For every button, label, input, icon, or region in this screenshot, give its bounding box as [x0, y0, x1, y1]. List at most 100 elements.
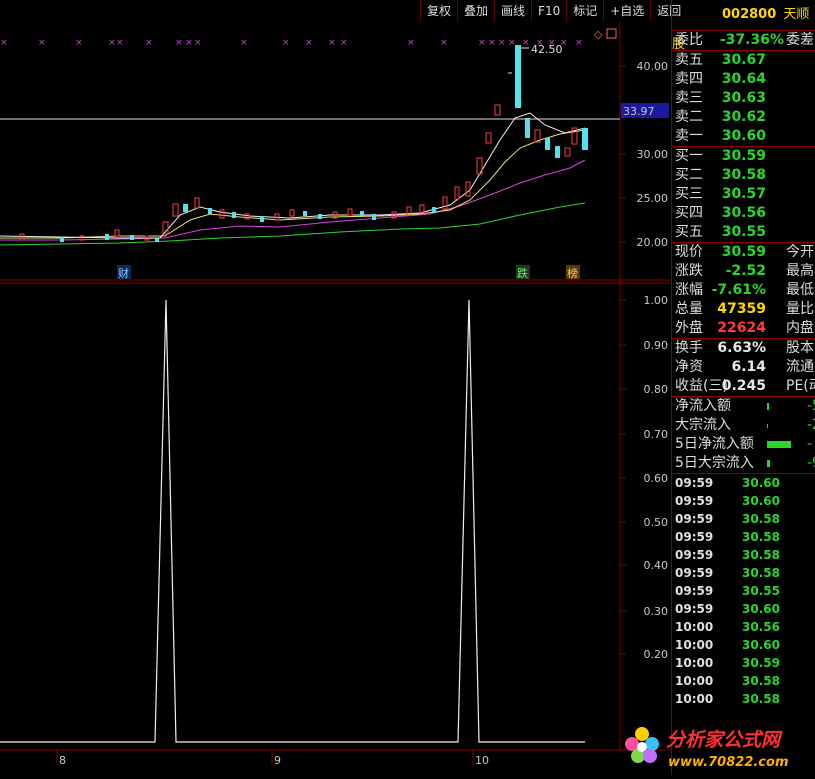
low-label: 最低 — [786, 282, 814, 298]
svg-text:×: × — [340, 38, 348, 48]
indicator-tick: 0.50 — [644, 516, 669, 529]
tick-list[interactable]: 09:59 30.60 09:59 30.60 09:59 30.58 09:59 30.58… — [672, 474, 815, 708]
eps-value: 0.245 — [721, 378, 766, 394]
chart-area[interactable]: 40.00 30.00 25.00 20.00 33.97 × × × × × × × × ×… — [0, 0, 670, 775]
tick-row[interactable]: 09:59 30.55 — [672, 582, 815, 600]
ask-price: 30.63 — [721, 90, 766, 106]
tick-time: 10:00 — [675, 638, 714, 652]
tick-row[interactable]: 10:00 30.60 — [672, 636, 815, 654]
tick-price: 30.58 — [742, 512, 780, 526]
turnover-label: 换手 — [675, 340, 703, 356]
tick-row[interactable]: 09:59 30.60 — [672, 600, 815, 618]
bid-row[interactable]: 买二 30.58 — [672, 166, 815, 185]
quote-row: 收益(三)0.245 PE(动 — [672, 377, 815, 396]
tick-row[interactable]: 10:00 30.58 — [672, 672, 815, 690]
tick-time: 09:59 — [675, 548, 714, 562]
svg-text:×: × — [175, 38, 183, 48]
svg-text:×: × — [116, 38, 124, 48]
net5-label: 5日净流入额 — [675, 436, 754, 452]
pct-label: 涨幅 — [675, 282, 703, 298]
open-label: 今开 — [786, 244, 814, 260]
bid-label: 买四 — [675, 205, 703, 221]
ask-row[interactable]: 卖四 30.64 — [672, 70, 815, 89]
tick-row[interactable]: 09:59 30.60 — [672, 474, 815, 492]
drop-badge[interactable]: 跌 — [517, 266, 528, 280]
diamond-icon[interactable]: ◇ — [594, 28, 603, 41]
svg-text:×: × — [0, 38, 8, 48]
indicator-axis: 1.00 0.90 0.80 0.70 0.60 0.50 0.40 0.30 … — [620, 294, 668, 661]
candles — [19, 45, 588, 242]
order-ratio-value: -37.36% — [719, 32, 784, 48]
tick-row[interactable]: 09:59 30.60 — [672, 492, 815, 510]
svg-text:×: × — [282, 38, 290, 48]
tick-row[interactable]: 09:59 30.58 — [672, 546, 815, 564]
ask-label: 卖三 — [675, 90, 703, 106]
ask-row[interactable]: 卖二 30.62 — [672, 108, 815, 127]
tick-time: 09:59 — [675, 566, 714, 580]
ask-price: 30.64 — [721, 71, 766, 87]
chart-toolbar: 复权 叠加 画线 F10 标记 +自选 返回 — [420, 0, 688, 22]
block-inflow-bar — [767, 424, 768, 428]
add-watchlist-button[interactable]: +自选 — [603, 0, 651, 22]
net-inflow-label: 净流入额 — [675, 398, 731, 414]
net-inflow-value: -5 — [807, 398, 815, 414]
tick-price: 30.58 — [742, 674, 780, 688]
tick-time: 09:59 — [675, 602, 714, 616]
svg-text:×: × — [194, 38, 202, 48]
tick-price: 30.60 — [742, 602, 780, 616]
tick-row[interactable]: 09:59 30.58 — [672, 510, 815, 528]
block-inflow-value: -2 — [807, 417, 815, 433]
svg-text:×: × — [407, 38, 415, 48]
ma-green-line — [0, 202, 586, 246]
tick-row[interactable]: 09:59 30.58 — [672, 528, 815, 546]
tick-time: 10:00 — [675, 692, 714, 706]
price-tick: 30.00 — [637, 148, 669, 161]
bid-row[interactable]: 买三 30.57 — [672, 185, 815, 204]
bid-price: 30.55 — [721, 224, 766, 240]
tick-row[interactable]: 10:00 30.59 — [672, 654, 815, 672]
finance-badge[interactable]: 财 — [118, 266, 129, 280]
svg-text:×: × — [498, 38, 506, 48]
flow-row: 净流入额 -5 — [672, 397, 815, 416]
indicator-tick: 0.80 — [644, 383, 669, 396]
netasset-value: 6.14 — [731, 359, 766, 375]
stock-header: 002800 天顺股 — [672, 0, 815, 52]
price-tick: 20.00 — [637, 236, 669, 249]
tick-row[interactable]: 09:59 30.58 — [672, 564, 815, 582]
pct-value: -7.61% — [711, 282, 766, 298]
svg-text:×: × — [38, 38, 46, 48]
draw-line-button[interactable]: 画线 — [494, 0, 532, 22]
ask-row[interactable]: 卖三 30.63 — [672, 89, 815, 108]
ask-row[interactable]: 卖五 30.67 — [672, 51, 815, 70]
net-inflow-bar — [767, 403, 769, 410]
overlay-button[interactable]: 叠加 — [457, 0, 495, 22]
ask-row[interactable]: 卖一 30.60 — [672, 127, 815, 146]
mark-button[interactable]: 标记 — [566, 0, 604, 22]
restore-rights-button[interactable]: 复权 — [420, 0, 458, 22]
block-inflow-label: 大宗流入 — [675, 417, 731, 433]
tick-row[interactable]: 10:00 30.56 — [672, 618, 815, 636]
bid-row[interactable]: 买四 30.56 — [672, 204, 815, 223]
price-chart-svg[interactable]: 40.00 30.00 25.00 20.00 33.97 × × × × × × × × ×… — [0, 0, 670, 775]
indicator-tick: 0.20 — [644, 648, 669, 661]
indicator-tick: 0.40 — [644, 559, 669, 572]
change-value: -2.52 — [725, 263, 766, 279]
square-icon[interactable] — [606, 28, 617, 39]
last-price-tag: 33.97 — [623, 105, 655, 118]
outer-label: 外盘 — [675, 320, 703, 336]
quote-row: 现价 30.59 今开 — [672, 243, 815, 262]
f10-button[interactable]: F10 — [531, 0, 567, 22]
ask-label: 卖二 — [675, 109, 703, 125]
tick-row[interactable]: 10:00 30.58 — [672, 690, 815, 708]
outer-value: 22624 — [717, 320, 766, 336]
bid-row[interactable]: 买一 30.59 — [672, 147, 815, 166]
tick-time: 09:59 — [675, 512, 714, 526]
svg-text:×: × — [478, 38, 486, 48]
quote-row: 涨幅 -7.61% 最低 — [672, 281, 815, 300]
net5-value: - — [807, 436, 813, 452]
bid-row[interactable]: 买五 30.55 — [672, 223, 815, 242]
tick-price: 30.59 — [742, 656, 780, 670]
bid-label: 买二 — [675, 167, 703, 183]
rank-badge[interactable]: 榜 — [567, 266, 578, 280]
ask-price: 30.62 — [721, 109, 766, 125]
